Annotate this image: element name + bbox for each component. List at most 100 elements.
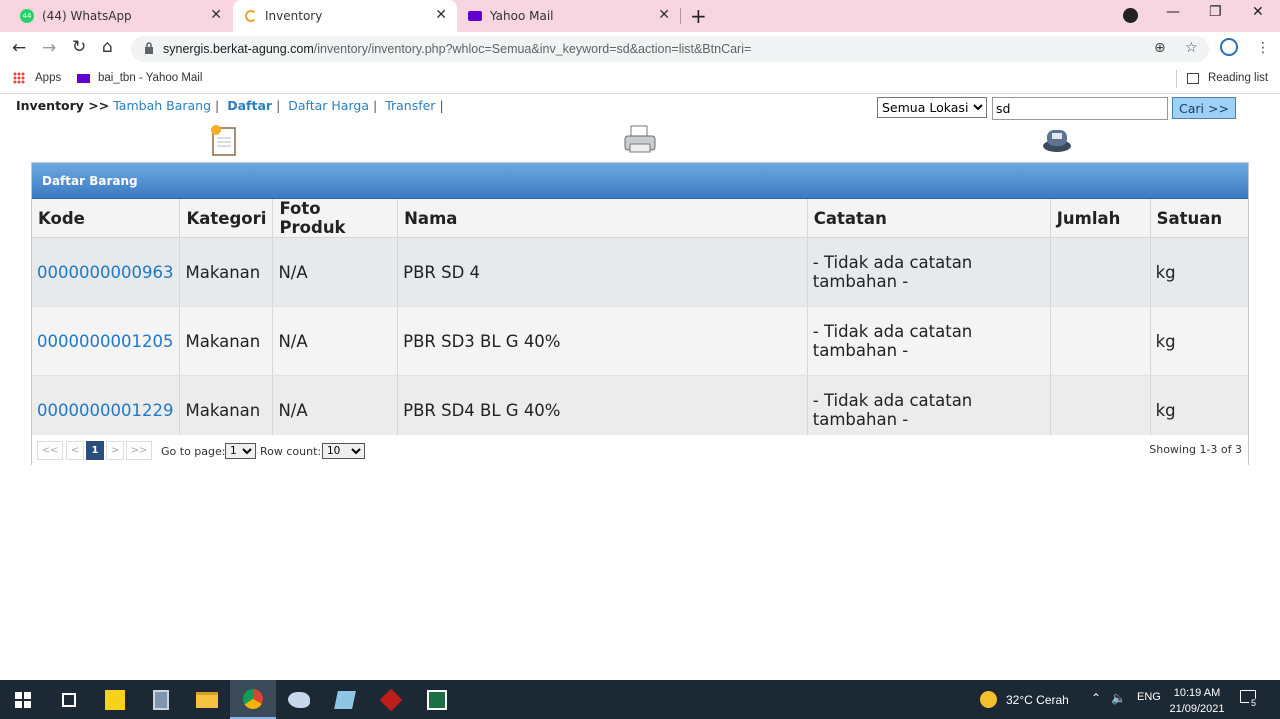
current-page-button[interactable]: 1	[86, 441, 104, 460]
inventory-nav: Inventory >> Tambah Barang | Daftar | Daft…	[16, 98, 448, 113]
sticky-notes-app[interactable]	[92, 680, 138, 719]
paint-palette-icon	[288, 691, 310, 708]
pagination-bar: << < 1 > >> Go to page: 1 Row count: 10 …	[32, 435, 1248, 465]
dice-icon	[379, 688, 403, 711]
calculator-icon	[153, 689, 169, 710]
column-header-kode[interactable]: Kode	[32, 199, 181, 238]
bookmark-star-icon[interactable]: ☆	[1185, 40, 1198, 56]
volume-icon[interactable]: 🔈	[1111, 691, 1126, 705]
home-button[interactable]: ⌂	[102, 37, 113, 57]
goto-page-label: Go to page:	[161, 445, 226, 458]
goto-page-select[interactable]: 1	[225, 443, 256, 459]
file-explorer-app[interactable]	[184, 680, 230, 719]
weather-widget[interactable]: 32°C Cerah	[980, 691, 1069, 708]
notification-center[interactable]: 5	[1240, 690, 1259, 708]
tab-label: (44) WhatsApp	[42, 9, 132, 23]
weather-sun-icon	[980, 691, 997, 708]
language-indicator[interactable]: ENG	[1137, 691, 1161, 703]
nav-link-tambah-barang[interactable]: Tambah Barang	[113, 98, 211, 113]
prev-page-button[interactable]: <	[66, 441, 84, 460]
notes-app[interactable]	[322, 680, 368, 719]
showing-count: Showing 1-3 of 3	[1149, 443, 1242, 456]
task-view-button[interactable]	[46, 680, 92, 719]
tab-whatsapp[interactable]: 44 (44) WhatsApp ✕	[14, 0, 232, 32]
windows-logo-icon	[15, 691, 31, 708]
notification-count: 5	[1249, 698, 1259, 708]
satuan-cell: kg	[1150, 237, 1248, 307]
column-header-kategori[interactable]: Kategori	[179, 199, 274, 238]
column-header-nama[interactable]: Nama	[397, 199, 808, 238]
kategori-cell: Makanan	[179, 306, 274, 376]
profile-menu-icon[interactable]	[1123, 8, 1138, 23]
chrome-menu-icon[interactable]: ⋮	[1256, 40, 1270, 56]
column-header-jumlah[interactable]: Jumlah	[1050, 199, 1151, 238]
chrome-icon	[243, 688, 263, 709]
last-page-button[interactable]: >>	[126, 441, 152, 460]
url-text: synergis.berkat-agung.com/inventory/inve…	[163, 42, 752, 56]
sticky-notes-icon	[105, 689, 125, 710]
column-header-catatan[interactable]: Catatan	[807, 199, 1051, 238]
label-printer-icon[interactable]	[1041, 124, 1073, 154]
tab-label: Inventory	[265, 9, 323, 23]
new-item-icon[interactable]	[209, 124, 237, 156]
first-page-button[interactable]: <<	[37, 441, 63, 460]
row-count-select[interactable]: 10	[322, 443, 365, 459]
tab-label: Yahoo Mail	[490, 9, 554, 23]
kode-link[interactable]: 0000000001205	[32, 306, 181, 376]
minimize-button[interactable]: —	[1166, 4, 1180, 20]
maximize-button[interactable]: ❐	[1209, 4, 1222, 20]
calculator-app[interactable]	[138, 680, 184, 719]
close-icon[interactable]: ✕	[435, 7, 447, 23]
daftar-barang-panel: Daftar Barang Kode Kategori Foto Produk …	[31, 162, 1249, 465]
close-icon[interactable]: ✕	[210, 7, 222, 23]
jumlah-cell	[1050, 237, 1151, 307]
apps-grid-icon	[13, 72, 25, 84]
reload-button[interactable]: ↻	[72, 37, 86, 57]
game-app[interactable]	[368, 680, 414, 719]
jumlah-cell	[1050, 306, 1151, 376]
excel-app[interactable]	[414, 680, 460, 719]
tab-inventory[interactable]: Inventory ✕	[233, 0, 457, 32]
show-hidden-icons[interactable]: ⌃	[1091, 691, 1101, 705]
kode-link[interactable]: 0000000000963	[32, 237, 181, 307]
close-icon[interactable]: ✕	[658, 7, 670, 23]
table-header-row: Kode Kategori Foto Produk Nama Catatan J…	[32, 199, 1248, 238]
location-select[interactable]: Semua Lokasi	[877, 97, 987, 118]
task-view-icon	[62, 692, 76, 707]
column-header-satuan[interactable]: Satuan	[1150, 199, 1248, 238]
nav-link-daftar[interactable]: Daftar	[227, 98, 272, 113]
nav-link-daftar-harga[interactable]: Daftar Harga	[288, 98, 369, 113]
new-tab-button[interactable]: +	[690, 4, 707, 28]
column-header-foto-produk[interactable]: Foto Produk	[272, 199, 399, 238]
apps-bookmark[interactable]: Apps	[13, 72, 61, 84]
paint-app[interactable]	[276, 680, 322, 719]
lock-icon	[145, 42, 153, 54]
foto-cell: N/A	[272, 237, 399, 307]
clock[interactable]: 10:19 AM 21/09/2021	[1166, 685, 1228, 717]
kategori-cell: Makanan	[179, 237, 274, 307]
next-page-button[interactable]: >	[106, 441, 124, 460]
extension-icon[interactable]	[1220, 38, 1238, 56]
back-button[interactable]: ←	[12, 38, 26, 58]
satuan-cell: kg	[1150, 306, 1248, 376]
close-window-button[interactable]: ✕	[1252, 4, 1264, 20]
nav-lead: Inventory >>	[16, 98, 110, 113]
catatan-cell: - Tidak ada catatan tambahan -	[807, 306, 1051, 376]
reading-list-button[interactable]: Reading list	[1187, 72, 1268, 84]
search-button[interactable]: Cari >>	[1172, 97, 1236, 119]
notes-icon	[334, 690, 356, 709]
print-icon[interactable]	[623, 124, 657, 156]
zoom-icon[interactable]: ⊕	[1154, 40, 1166, 56]
clock-date: 21/09/2021	[1169, 703, 1225, 715]
keyword-input[interactable]	[992, 97, 1168, 120]
start-button[interactable]	[0, 680, 46, 719]
chrome-app[interactable]	[230, 680, 276, 719]
tab-yahoo[interactable]: Yahoo Mail ✕	[458, 0, 680, 32]
clock-time: 10:19 AM	[1173, 687, 1221, 699]
tab-separator	[680, 8, 681, 24]
yahoo-bookmark[interactable]: bai_tbn - Yahoo Mail	[77, 72, 202, 84]
row-count-label: Row count:	[260, 445, 322, 458]
nav-separator: |	[215, 98, 220, 113]
forward-button[interactable]: →	[42, 38, 56, 58]
nav-link-transfer[interactable]: Transfer	[385, 98, 435, 113]
